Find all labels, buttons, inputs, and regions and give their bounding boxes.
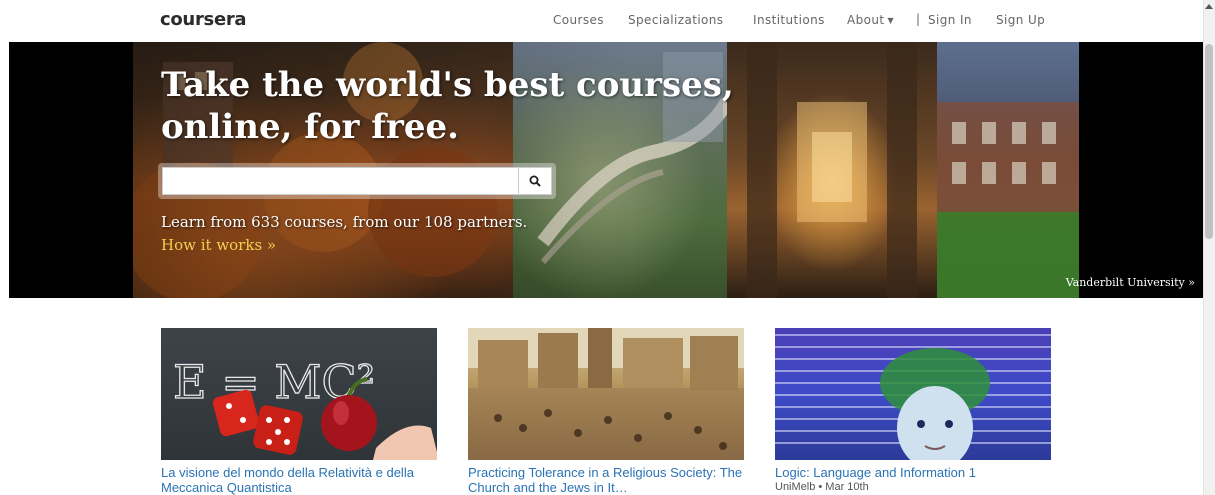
course-image-tolerance[interactable] (468, 328, 744, 460)
course-card[interactable]: E = MC² La visione del mondo della Relat… (161, 328, 437, 495)
hero-photo-brick-building (937, 42, 1079, 298)
nav-about-label: About (847, 13, 885, 27)
nav-separator: | (916, 12, 921, 26)
nav-sign-up[interactable]: Sign Up (996, 13, 1045, 27)
hero-title-line-1: Take the world's best courses, (161, 65, 734, 105)
brick-building-illustration (937, 102, 1079, 298)
nav-about[interactable]: About ▼ (847, 13, 894, 27)
scroll-up-arrow-icon[interactable] (1205, 4, 1213, 9)
coursera-logo[interactable]: coursera (160, 9, 247, 30)
hero-banner: Take the world's best courses, online, f… (9, 42, 1203, 298)
chalkboard-dice-apple-illustration: E = MC² (172, 354, 437, 460)
course-card[interactable]: Logic: Language and Information 1 UniMel… (775, 328, 1051, 493)
photo-credit-link[interactable]: Vanderbilt University » (1066, 276, 1195, 289)
search-icon (529, 175, 541, 187)
course-card[interactable]: Practicing Tolerance in a Religious Soci… (468, 328, 744, 495)
course-title[interactable]: Practicing Tolerance in a Religious Soci… (468, 465, 744, 495)
binary-head-illustration (775, 334, 1051, 460)
scrollbar-thumb[interactable] (1205, 44, 1213, 239)
course-meta: UniMelb • Mar 10th (775, 481, 869, 493)
hero-title-line-2: online, for free. (161, 107, 459, 147)
hero-subtitle: Learn from 633 courses, from our 108 par… (161, 213, 528, 231)
course-title[interactable]: Logic: Language and Information 1 (775, 465, 1051, 480)
nav-specializations[interactable]: Specializations (628, 13, 723, 27)
nav-sign-in[interactable]: Sign In (928, 13, 972, 27)
nav-courses[interactable]: Courses (553, 13, 604, 27)
course-image-logic[interactable] (775, 328, 1051, 460)
how-it-works-link[interactable]: How it works » (161, 236, 276, 254)
page-scrollbar[interactable] (1203, 0, 1215, 495)
search-input[interactable] (162, 167, 518, 195)
top-navigation-bar: coursera Courses Specializations Institu… (0, 0, 1203, 41)
hero-title: Take the world's best courses, online, f… (161, 64, 861, 148)
caret-down-icon: ▼ (887, 16, 895, 25)
historic-painting-illustration (468, 328, 744, 460)
search-box (158, 163, 556, 199)
course-title[interactable]: La visione del mondo della Relatività e … (161, 465, 437, 495)
course-image-physics[interactable]: E = MC² (161, 328, 437, 460)
nav-institutions[interactable]: Institutions (753, 13, 825, 27)
search-button[interactable] (518, 167, 552, 195)
